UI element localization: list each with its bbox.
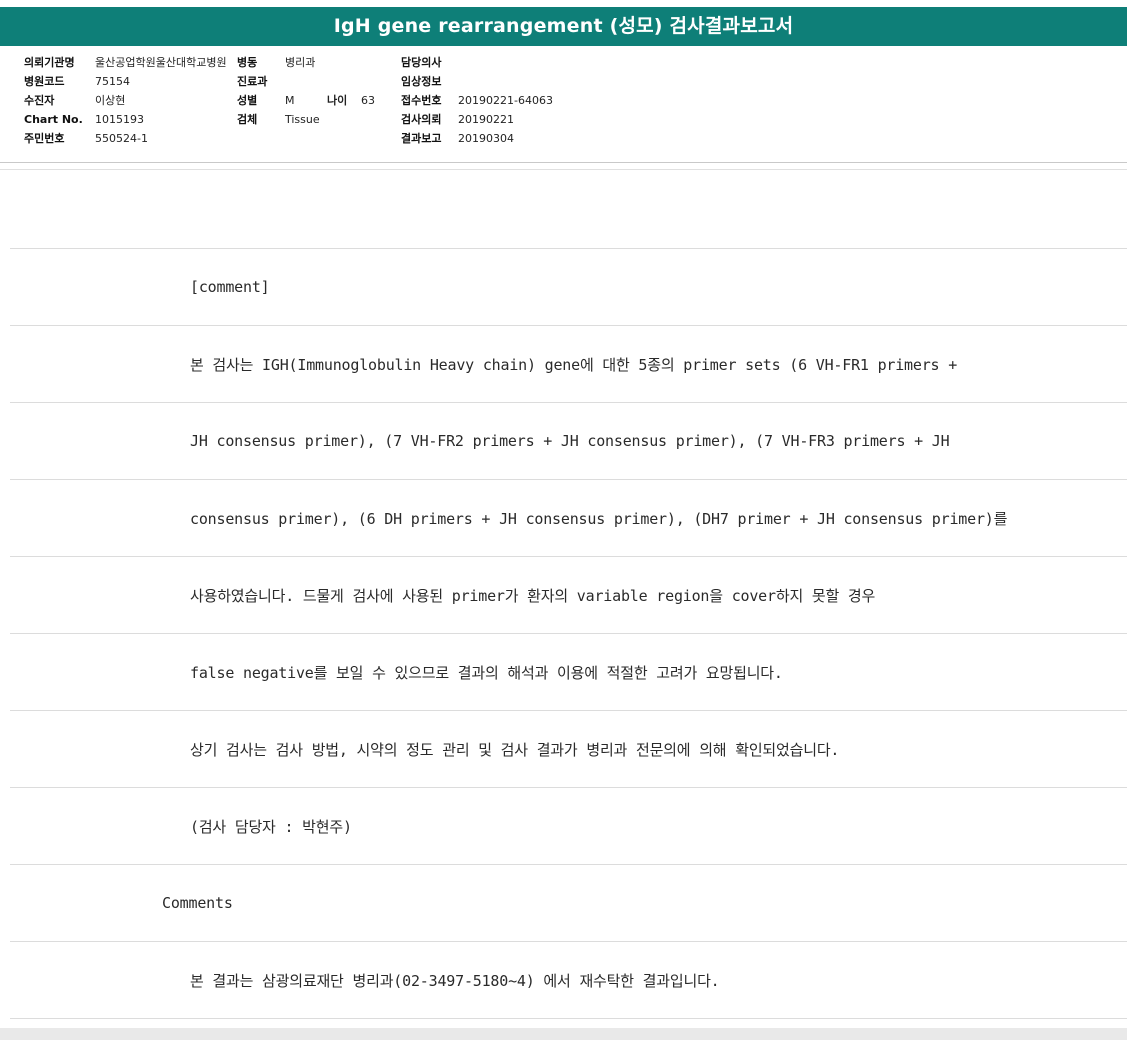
report-line: 본 검사는 IGH(Immunoglobulin Heavy chain) ge… (10, 326, 1127, 403)
info-row-institution: 의뢰기관명 울산공업학원울산대학교병원 (24, 53, 227, 72)
specimen-label: 검체 (237, 113, 258, 126)
report-date-value: 20190304 (458, 132, 514, 145)
info-row-sex-age: 성별 M 나이 63 (237, 91, 375, 110)
accession-no-label: 접수번호 (401, 94, 442, 107)
report-date-label: 결과보고 (401, 132, 442, 145)
report-line-empty (10, 172, 1127, 249)
report-line-technician: (검사 담당자 : 박현주) (10, 788, 1127, 865)
report-page: IgH gene rearrangement (성모) 검사결과보고서 의뢰기관… (0, 0, 1127, 1040)
dept-label: 진료과 (237, 75, 268, 88)
info-row-resident-no: 주민번호 550524-1 (24, 129, 227, 148)
patient-value: 이상현 (95, 94, 126, 107)
info-column-1: 의뢰기관명 울산공업학원울산대학교병원 병원코드 75154 수진자 이상현 Char… (24, 53, 227, 148)
accession-no-value: 20190221-64063 (458, 94, 553, 107)
ward-label: 병동 (237, 56, 258, 69)
report-line: JH consensus primer), (7 VH-FR2 primers … (10, 403, 1127, 480)
info-row-specimen: 검체 Tissue (237, 110, 375, 129)
clinical-info-label: 임상정보 (401, 75, 442, 88)
report-line: 상기 검사는 검사 방법, 시약의 정도 관리 및 검사 결과가 병리과 전문의… (10, 711, 1127, 788)
report-line: 사용하였습니다. 드물게 검사에 사용된 primer가 환자의 variabl… (10, 557, 1127, 634)
comments-section-title: Comments (10, 865, 1127, 942)
report-line: false negative를 보일 수 있으므로 결과의 해석과 이용에 적절… (10, 634, 1127, 711)
info-row-dept: 진료과 (237, 72, 375, 91)
chart-no-value: 1015193 (95, 113, 144, 126)
header-divider (0, 163, 1127, 170)
info-row-request-date: 검사의뢰 20190221 (401, 110, 553, 129)
resident-no-value: 550524-1 (95, 132, 148, 145)
comments-line: 본 결과는 삼광의료재단 병리과(02-3497-5180~4) 에서 재수탁한… (10, 942, 1127, 1019)
info-row-ward: 병동 병리과 (237, 53, 375, 72)
info-column-2: 병동 병리과 진료과 성별 M 나이 63 검체 Tissue (237, 53, 375, 129)
info-row-doctor: 담당의사 (401, 53, 553, 72)
age-value: 63 (361, 94, 375, 107)
institution-label: 의뢰기관명 (24, 56, 75, 69)
patient-info-panel: 의뢰기관명 울산공업학원울산대학교병원 병원코드 75154 수진자 이상현 Char… (0, 46, 1127, 163)
info-row-patient: 수진자 이상현 (24, 91, 227, 110)
doctor-label: 담당의사 (401, 56, 442, 69)
patient-label: 수진자 (24, 94, 55, 107)
request-date-label: 검사의뢰 (401, 113, 442, 126)
specimen-value: Tissue (285, 113, 320, 126)
info-column-3: 담당의사 임상정보 접수번호 20190221-64063 검사의뢰 2019022… (401, 53, 553, 148)
info-row-hospital-code: 병원코드 75154 (24, 72, 227, 91)
age-label: 나이 (327, 94, 348, 107)
report-line: consensus primer), (6 DH primers + JH co… (10, 480, 1127, 557)
sex-label: 성별 (237, 94, 258, 107)
info-row-chart-no: Chart No. 1015193 (24, 110, 227, 129)
chart-no-label: Chart No. (24, 113, 83, 126)
info-row-clinical-info: 임상정보 (401, 72, 553, 91)
info-row-report-date: 결과보고 20190304 (401, 129, 553, 148)
institution-value: 울산공업학원울산대학교병원 (95, 56, 227, 69)
sex-value: M (285, 94, 295, 107)
bottom-scroll-area (0, 1028, 1127, 1040)
report-body: [comment] 본 검사는 IGH(Immunoglobulin Heavy… (10, 172, 1127, 1019)
request-date-value: 20190221 (458, 113, 514, 126)
resident-no-label: 주민번호 (24, 132, 65, 145)
hospital-code-label: 병원코드 (24, 75, 65, 88)
top-strip (0, 0, 1127, 7)
info-row-accession-no: 접수번호 20190221-64063 (401, 91, 553, 110)
ward-value: 병리과 (285, 56, 316, 69)
report-title: IgH gene rearrangement (성모) 검사결과보고서 (0, 7, 1127, 46)
report-line-comment-heading: [comment] (10, 249, 1127, 326)
hospital-code-value: 75154 (95, 75, 130, 88)
